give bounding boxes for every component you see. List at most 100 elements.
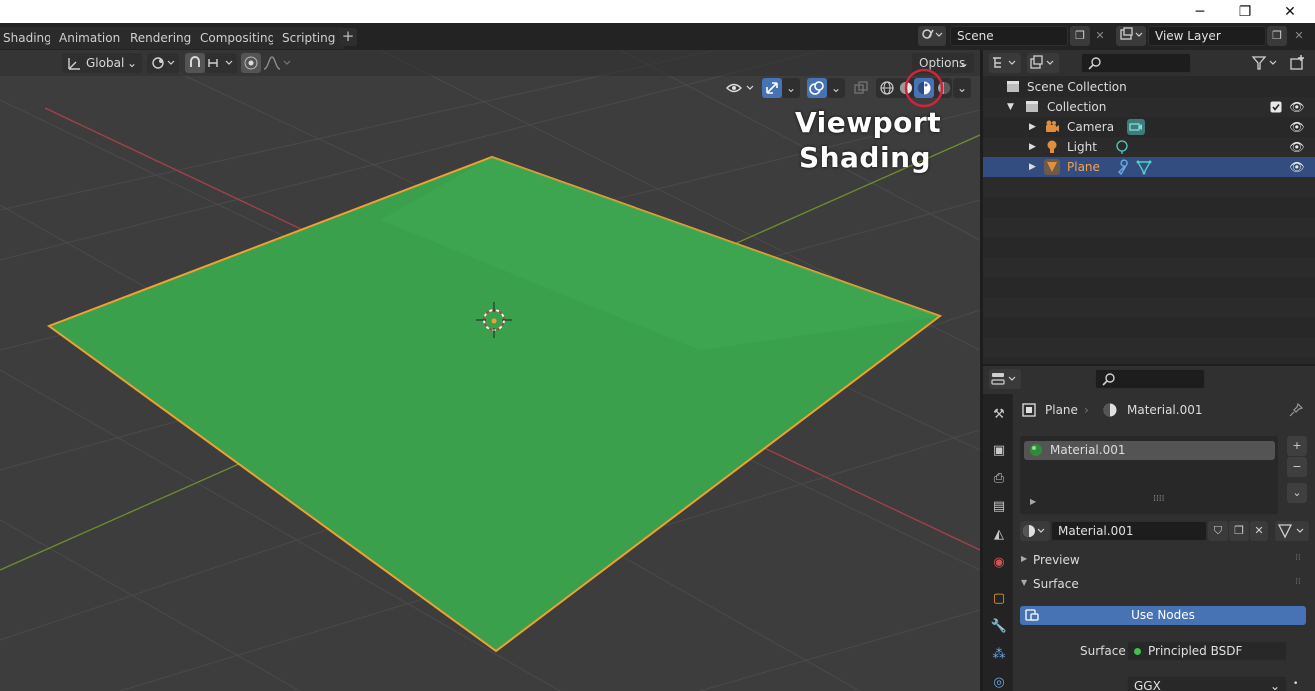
expand-arrow-icon[interactable]: ▶ — [1029, 117, 1036, 137]
scene-copy-icon[interactable]: ❐ — [1070, 26, 1090, 46]
tab-scripting[interactable]: Scripting — [273, 27, 345, 49]
fake-user-shield-icon[interactable]: ⛉ — [1208, 521, 1228, 541]
overlays-dropdown[interactable]: ⌄ — [827, 78, 845, 98]
view-layer-tab-icon[interactable]: ▤ — [989, 496, 1009, 516]
show-overlays-toggle[interactable] — [807, 78, 827, 98]
object-tab-icon[interactable]: ▢ — [989, 588, 1009, 608]
output-tab-icon[interactable]: ⎙ — [989, 468, 1009, 488]
display-mode-dropdown[interactable] — [1027, 53, 1059, 73]
wireframe-shading-icon[interactable] — [878, 79, 896, 97]
proportional-falloff-dropdown[interactable] — [261, 53, 293, 73]
add-material-slot-button[interactable]: + — [1287, 436, 1307, 456]
view-layer-name-field[interactable]: View Layer — [1148, 26, 1266, 46]
properties-tab-sidebar: ⚒ ▣ ⎙ ▤ ◭ ◉ ▢ 🔧 ⁂ ◎ — [983, 394, 1013, 691]
physics-tab-icon[interactable]: ◎ — [989, 672, 1009, 691]
tool-tab-icon[interactable]: ⚒ — [989, 404, 1009, 424]
preview-panel-header[interactable]: ▶ Preview ⁞⁞ — [1015, 550, 1315, 572]
visibility-eye-icon[interactable]: 👁 — [1289, 99, 1305, 115]
outliner-row-collection[interactable]: ▼ Collection 👁 — [983, 97, 1315, 117]
view-layer-delete-icon[interactable]: ✕ — [1290, 26, 1308, 46]
scene-tab-icon[interactable]: ◭ — [989, 524, 1009, 544]
scene-browse-button[interactable] — [918, 26, 946, 46]
duplicate-material-icon[interactable]: ❐ — [1229, 521, 1249, 541]
view-layer-browse-button[interactable] — [1116, 26, 1146, 46]
pin-icon[interactable] — [1288, 402, 1304, 418]
visibility-eye-icon[interactable]: 👁 — [1289, 139, 1305, 155]
filter-dropdown[interactable] — [1250, 53, 1282, 73]
surface-shader-selector[interactable]: Principled BSDF — [1127, 641, 1287, 661]
material-name-field[interactable]: Material.001 — [1051, 521, 1207, 541]
surface-panel-header[interactable]: ▼ Surface ⁞⁞ — [1015, 574, 1315, 596]
drag-handle-icon[interactable]: ⁞⁞ — [1295, 553, 1301, 563]
proportional-edit-toggle[interactable] — [241, 53, 261, 73]
expand-arrow-icon[interactable]: ▶ — [1029, 137, 1036, 157]
pivot-point-dropdown[interactable] — [147, 53, 179, 73]
expand-arrow-icon[interactable]: ▶ — [1030, 497, 1036, 506]
3d-viewport[interactable]: Global ⌄ Options ⌄ ⌄ ⌄ ⌄ Viewport Shadin… — [0, 50, 980, 691]
checkbox-icon[interactable] — [1270, 101, 1282, 113]
outliner-search-input[interactable] — [1081, 53, 1191, 73]
mesh-data-icon[interactable] — [1136, 159, 1152, 175]
maximize-button[interactable]: ❐ — [1222, 0, 1268, 23]
transform-orientation-dropdown[interactable]: Global ⌄ — [62, 53, 142, 73]
material-slot-item[interactable]: Material.001 — [1024, 441, 1275, 460]
slot-specials-dropdown[interactable]: ⌄ — [1287, 483, 1307, 503]
annotation-line-1: Viewport — [795, 106, 942, 139]
properties-search-input[interactable] — [1095, 369, 1205, 389]
add-workspace-button[interactable]: + — [339, 28, 357, 46]
visibility-eye-icon[interactable]: 👁 — [1289, 119, 1305, 135]
close-window-button[interactable]: ✕ — [1267, 0, 1313, 23]
world-tab-icon[interactable]: ◉ — [989, 552, 1009, 572]
distribution-value: GGX — [1134, 679, 1161, 691]
annotation-line-2: Shading — [798, 141, 932, 174]
minimize-button[interactable]: ─ — [1177, 0, 1223, 23]
view-layer-copy-icon[interactable]: ❐ — [1267, 26, 1287, 46]
remove-material-slot-button[interactable]: − — [1287, 457, 1307, 477]
use-nodes-button[interactable]: Use Nodes — [1020, 606, 1306, 625]
outliner-empty-row — [983, 217, 1315, 237]
scene-delete-icon[interactable]: ✕ — [1091, 26, 1109, 46]
editor-type-dropdown[interactable] — [989, 53, 1021, 73]
link-type-dropdown[interactable] — [1275, 521, 1309, 541]
gizmo-dropdown[interactable]: ⌄ — [782, 78, 800, 98]
tab-rendering[interactable]: Rendering — [121, 27, 201, 49]
resize-grip-icon[interactable]: ⁞⁞⁞⁞ — [1153, 494, 1164, 504]
distribution-dropdown[interactable]: GGX ⌄ — [1127, 676, 1287, 691]
unlink-material-icon[interactable]: ✕ — [1250, 521, 1268, 541]
xray-toggle-icon[interactable] — [852, 79, 870, 97]
snap-toggle[interactable] — [185, 53, 205, 73]
camera-data-icon[interactable] — [1126, 118, 1146, 136]
eye-pointer-icon — [726, 83, 754, 93]
modifier-tab-icon[interactable]: 🔧 — [989, 616, 1009, 636]
drag-handle-icon[interactable]: ⁞⁞ — [1295, 577, 1301, 587]
overlays-icon — [809, 81, 824, 95]
visibility-selectability-dropdown[interactable] — [725, 78, 759, 98]
shading-options-dropdown[interactable]: ⌄ — [953, 78, 971, 98]
keyframe-dot-icon[interactable]: • — [1293, 679, 1298, 689]
tab-animation[interactable]: Animation — [50, 27, 130, 49]
light-data-icon[interactable] — [1114, 139, 1130, 155]
outliner-row-camera[interactable]: ▶ Camera 👁 — [983, 117, 1315, 137]
particles-tab-icon[interactable]: ⁂ — [989, 644, 1009, 664]
snap-increment-icon — [208, 59, 233, 67]
outliner-row-plane[interactable]: ▶ Plane 👁 — [983, 157, 1315, 177]
snap-target-dropdown[interactable] — [205, 53, 237, 73]
editor-type-dropdown[interactable] — [989, 369, 1021, 389]
outliner-row-light[interactable]: ▶ Light 👁 — [983, 137, 1315, 157]
search-icon — [1102, 373, 1115, 386]
light-label: Light — [1067, 140, 1097, 154]
scene-icon — [922, 29, 943, 39]
filter-icon — [1251, 56, 1277, 70]
material-browse-button[interactable] — [1020, 521, 1050, 541]
wrench-modifier-icon[interactable] — [1116, 159, 1132, 175]
tab-compositing[interactable]: Compositing — [191, 27, 285, 49]
orientation-value: Global — [86, 56, 125, 70]
visibility-eye-icon[interactable]: 👁 — [1289, 159, 1305, 175]
outliner-row-scene-collection[interactable]: Scene Collection — [983, 77, 1315, 97]
expand-arrow-icon[interactable]: ▼ — [1007, 97, 1014, 117]
show-gizmo-toggle[interactable] — [762, 78, 782, 98]
render-tab-icon[interactable]: ▣ — [989, 440, 1009, 460]
new-collection-button[interactable] — [1287, 53, 1309, 73]
expand-arrow-icon[interactable]: ▶ — [1029, 157, 1036, 177]
scene-name-field[interactable]: Scene — [950, 26, 1068, 46]
